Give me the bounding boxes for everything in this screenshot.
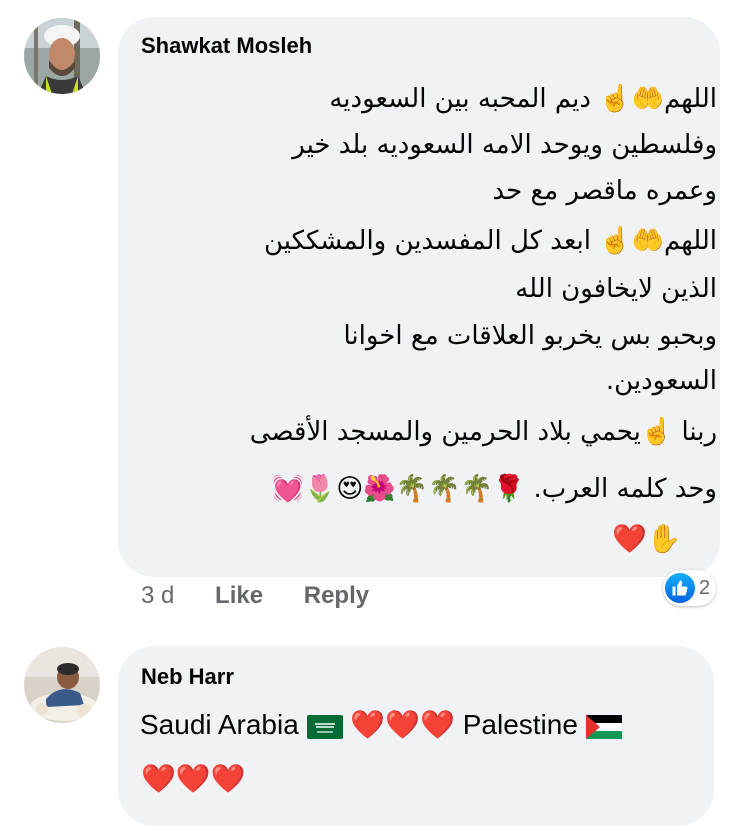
comment-actions: 3 d Like Reply <box>141 582 403 610</box>
comment-line: ربنا ☝️يحمي بلاد الحرمين والمسجد الأقصى <box>249 417 717 447</box>
saudi-flag-icon <box>306 714 343 739</box>
like-button[interactable]: Like <box>215 582 263 609</box>
comment-author[interactable]: Neb Harr <box>141 664 234 690</box>
avatar-neb[interactable] <box>24 647 100 723</box>
comment-line: اللهم🤲☝️ ديم المحبه بين السعوديه <box>329 84 717 114</box>
reaction-count: 2 <box>699 576 711 599</box>
comment-author[interactable]: Shawkat Mosleh <box>141 33 312 59</box>
comment-text-saudi: Saudi Arabia <box>140 709 299 740</box>
hearts-hand-emoji: ❤️✋ <box>612 522 682 555</box>
comment-line: وعمره ماقصر مع حد <box>492 176 717 206</box>
like-icon <box>665 573 695 603</box>
reply-button[interactable]: Reply <box>304 582 369 609</box>
comment-timestamp[interactable]: 3 d <box>141 582 174 609</box>
comment-text-palestine: Palestine <box>462 709 578 740</box>
reaction-summary[interactable]: 2 <box>663 570 717 606</box>
comment-line: Saudi Arabia ❤️❤️❤️ Palestine <box>140 708 622 741</box>
comment-line: وفلسطين ويوحد الامه السعوديه بلد خير <box>292 130 717 160</box>
avatar-shawkat[interactable] <box>24 18 100 94</box>
comment-line: اللهم🤲☝️ ابعد كل المفسدين والمشككين <box>263 226 717 256</box>
comment-line: وبحبو بس يخربو العلاقات مع اخوانا <box>343 321 718 351</box>
avatar-photo <box>24 18 100 94</box>
comment-line: السعودين. <box>605 366 717 396</box>
palestine-flag-icon <box>585 714 622 739</box>
avatar-photo <box>24 647 100 723</box>
comment-line: وحد كلمه العرب. 🌹🌴🌴🌴🌺😍🌷💓 <box>271 474 717 504</box>
hearts-emoji: ❤️❤️❤️ <box>141 762 246 795</box>
comment-line: الذين لايخافون الله <box>515 274 717 304</box>
hearts-emoji: ❤️❤️❤️ <box>350 709 455 740</box>
